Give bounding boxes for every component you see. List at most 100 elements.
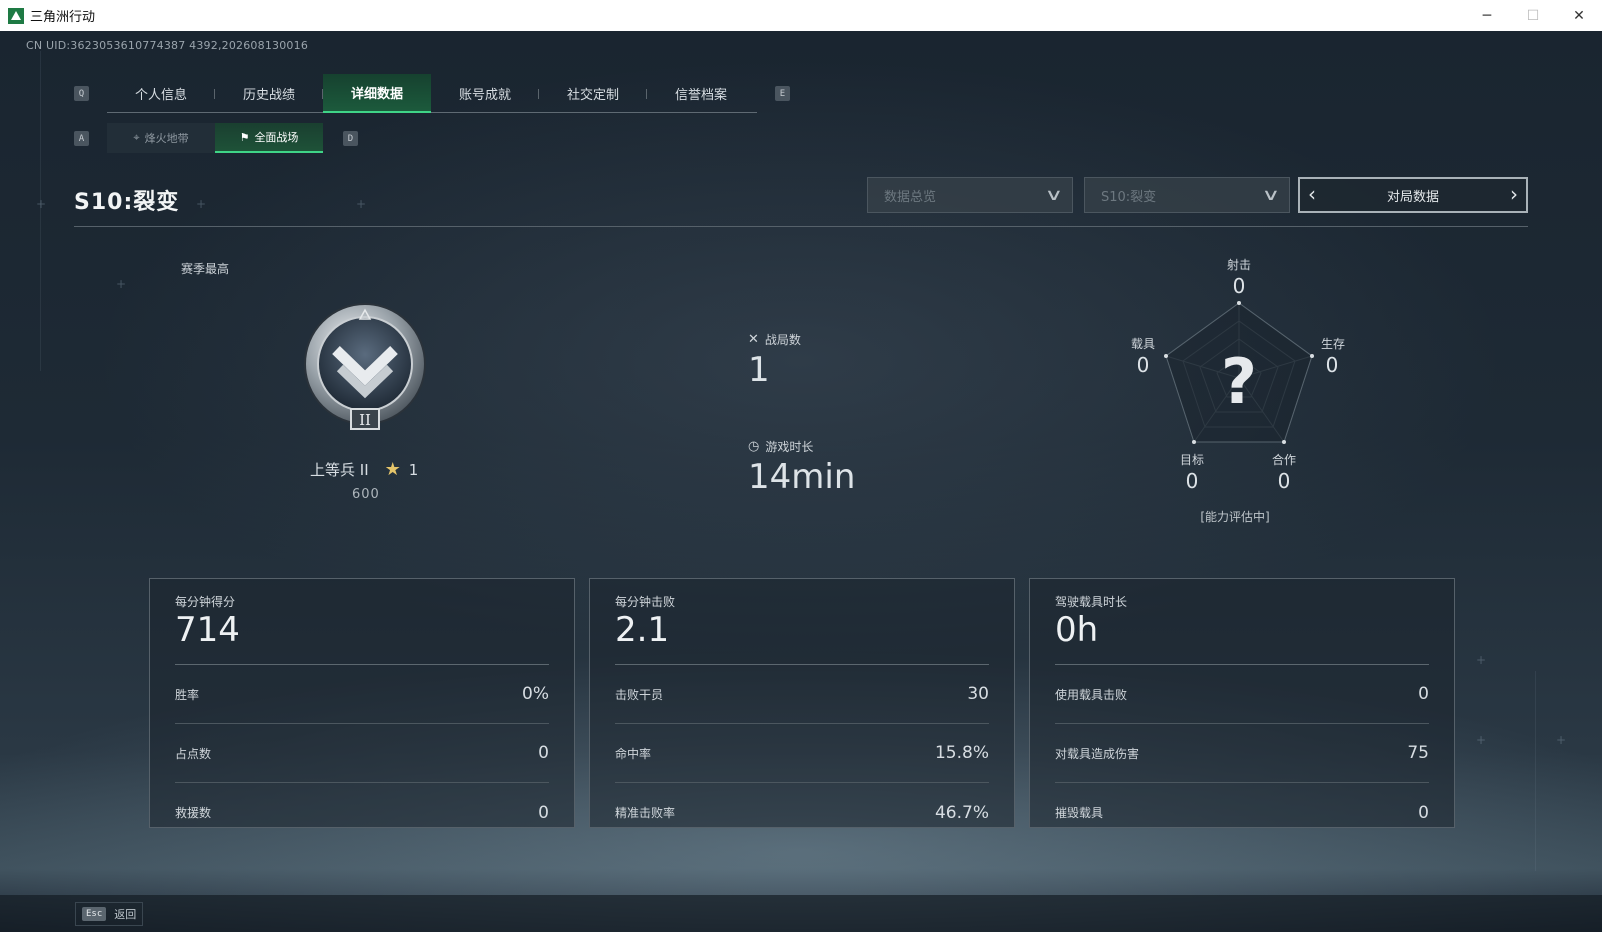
- decor-plus-icon: +: [1476, 733, 1487, 747]
- rank-stars: 1: [408, 460, 419, 479]
- rank-points: 600: [352, 487, 380, 502]
- mode-filter-dropdown[interactable]: 数据总览 ∨: [867, 177, 1073, 213]
- radar-label-cooperation: 合作: [1271, 453, 1296, 467]
- row-label: 救援数: [175, 806, 212, 820]
- data-type-switcher: ‹ 对局数据 ›: [1298, 177, 1528, 213]
- row-label: 命中率: [615, 746, 652, 761]
- row-value: 30: [967, 684, 989, 704]
- subtab-label: 烽火地带: [144, 132, 189, 145]
- matches-label: 战局数: [764, 333, 801, 347]
- decor-line: [1535, 671, 1536, 871]
- card-head-label: 每分钟得分: [175, 595, 236, 609]
- flag-icon: ⚑: [239, 130, 250, 144]
- crosshair-icon: ⌖: [133, 131, 140, 144]
- chevron-right-icon[interactable]: ›: [1510, 182, 1518, 206]
- radar-value-survival: 0: [1325, 353, 1339, 377]
- card-head-label: 每分钟击败: [615, 595, 676, 609]
- table-row: 击败干员 30: [615, 665, 989, 724]
- tab-account-achievements[interactable]: 账号成就: [431, 74, 539, 113]
- tab-detailed-data[interactable]: 详细数据: [323, 74, 431, 113]
- close-button[interactable]: ✕: [1556, 0, 1602, 31]
- radar-label-vehicle: 载具: [1130, 337, 1155, 351]
- crossed-swords-icon: ✕: [748, 332, 759, 347]
- kill-stats-card: 每分钟击败 2.1 击败干员 30 命中率 15.8% 精准击败率 46.7%: [589, 578, 1015, 828]
- row-value: 15.8%: [934, 743, 989, 763]
- tab-credit-record[interactable]: 信誉档案: [647, 74, 755, 113]
- playtime-stat: ◷ 游戏时长 14min: [748, 438, 855, 497]
- decor-plus-icon: +: [36, 197, 47, 211]
- tab-personal-info[interactable]: 个人信息: [107, 74, 215, 113]
- rank-tier-numeral: II: [359, 411, 371, 429]
- switcher-label: 对局数据: [1386, 189, 1439, 205]
- chevron-left-icon[interactable]: ‹: [1308, 182, 1316, 206]
- rank-name: 上等兵 II ★ 1: [310, 459, 418, 480]
- radar-value-shooting: 0: [1232, 274, 1246, 298]
- chevron-down-icon: ∨: [1044, 185, 1064, 204]
- season-filter-dropdown[interactable]: S10:裂变 ∨: [1084, 177, 1290, 213]
- decor-plus-icon: +: [1556, 733, 1567, 747]
- row-label: 击败干员: [615, 687, 664, 702]
- row-label: 对载具造成伤害: [1055, 746, 1140, 761]
- card-head-value: 2.1: [615, 610, 670, 650]
- radar-evaluating-note: [能力评估中]: [1200, 510, 1270, 524]
- radar-label-survival: 生存: [1320, 337, 1345, 351]
- row-value: 46.7%: [934, 802, 989, 823]
- mode-subtabs: ⌖ 烽火地带 ⚑ 全面战场: [107, 123, 323, 153]
- row-value: 0%: [522, 684, 549, 704]
- score-stats-card: 每分钟得分 714 胜率 0% 占点数 0 救援数 0: [149, 578, 575, 828]
- table-row: 胜率 0%: [175, 665, 549, 724]
- radar-value-cooperation: 0: [1277, 469, 1291, 493]
- ability-radar: ? 射击 0 生存 0 合作 0 目标 0 载具 0: [1121, 253, 1361, 533]
- row-label: 摧毁载具: [1055, 806, 1104, 820]
- radar-value-vehicle: 0: [1136, 353, 1150, 377]
- matches-value: 1: [748, 350, 770, 390]
- row-label: 占点数: [175, 746, 212, 761]
- chevron-down-icon: ∨: [1261, 185, 1281, 204]
- back-button[interactable]: Esc 返回: [75, 902, 144, 926]
- rank-emblem-icon: II: [304, 303, 426, 430]
- table-row: 占点数 0: [175, 724, 549, 783]
- playtime-label: 游戏时长: [765, 440, 814, 454]
- row-value: 0: [1418, 802, 1429, 823]
- main-tabs: 个人信息 历史战绩 详细数据 账号成就 社交定制 信誉档案: [107, 74, 757, 113]
- minimize-button[interactable]: ─: [1464, 0, 1510, 31]
- table-row: 救援数 0: [175, 783, 549, 842]
- season-high-label: 赛季最高: [181, 262, 230, 276]
- subtab-next-key-hint[interactable]: D: [343, 131, 358, 146]
- window-titlebar: 三角洲行动 ─ ☐ ✕: [0, 0, 1602, 31]
- rank-title: 上等兵 II: [310, 461, 369, 479]
- esc-key-hint: Esc: [82, 907, 107, 921]
- tab-prev-key-hint[interactable]: Q: [74, 86, 89, 101]
- tab-social-custom[interactable]: 社交定制: [539, 74, 647, 113]
- row-label: 精准击败率: [615, 806, 676, 820]
- table-row: 摧毁载具 0: [1055, 783, 1429, 842]
- maximize-button[interactable]: ☐: [1510, 0, 1556, 31]
- radar-center-mark: ?: [1221, 345, 1257, 418]
- row-value: 0: [1418, 684, 1429, 704]
- table-row: 命中率 15.8%: [615, 724, 989, 783]
- tab-next-key-hint[interactable]: E: [775, 86, 790, 101]
- card-head-value: 714: [175, 610, 240, 650]
- game-screen: + + + + + + + CN UID:3623053610774387 43…: [0, 31, 1602, 932]
- subtab-full-battlefield[interactable]: ⚑ 全面战场: [215, 123, 323, 153]
- decor-plus-icon: +: [116, 277, 127, 291]
- vehicle-stats-card: 驾驶载具时长 0h 使用载具击败 0 对载具造成伤害 75 摧毁载具 0: [1029, 578, 1455, 828]
- dropdown-value: 数据总览: [884, 189, 937, 205]
- subtab-prev-key-hint[interactable]: A: [74, 131, 89, 146]
- card-head-label: 驾驶载具时长: [1055, 595, 1128, 609]
- season-title: S10:裂变: [74, 190, 180, 215]
- decor-plus-icon: +: [1476, 653, 1487, 667]
- table-row: 精准击败率 46.7%: [615, 783, 989, 842]
- playtime-value: 14min: [748, 457, 856, 497]
- decor-plus-icon: +: [356, 197, 367, 211]
- window-controls: ─ ☐ ✕: [1464, 0, 1602, 31]
- window-title: 三角洲行动: [30, 10, 96, 25]
- header-divider: [74, 226, 1528, 227]
- row-label: 胜率: [175, 687, 200, 702]
- tab-match-history[interactable]: 历史战绩: [215, 74, 323, 113]
- back-label: 返回: [114, 908, 137, 921]
- subtab-hazard-zone[interactable]: ⌖ 烽火地带: [107, 123, 215, 153]
- radar-label-shooting: 射击: [1226, 258, 1251, 272]
- table-row: 使用载具击败 0: [1055, 665, 1429, 724]
- clock-icon: ◷: [748, 439, 760, 454]
